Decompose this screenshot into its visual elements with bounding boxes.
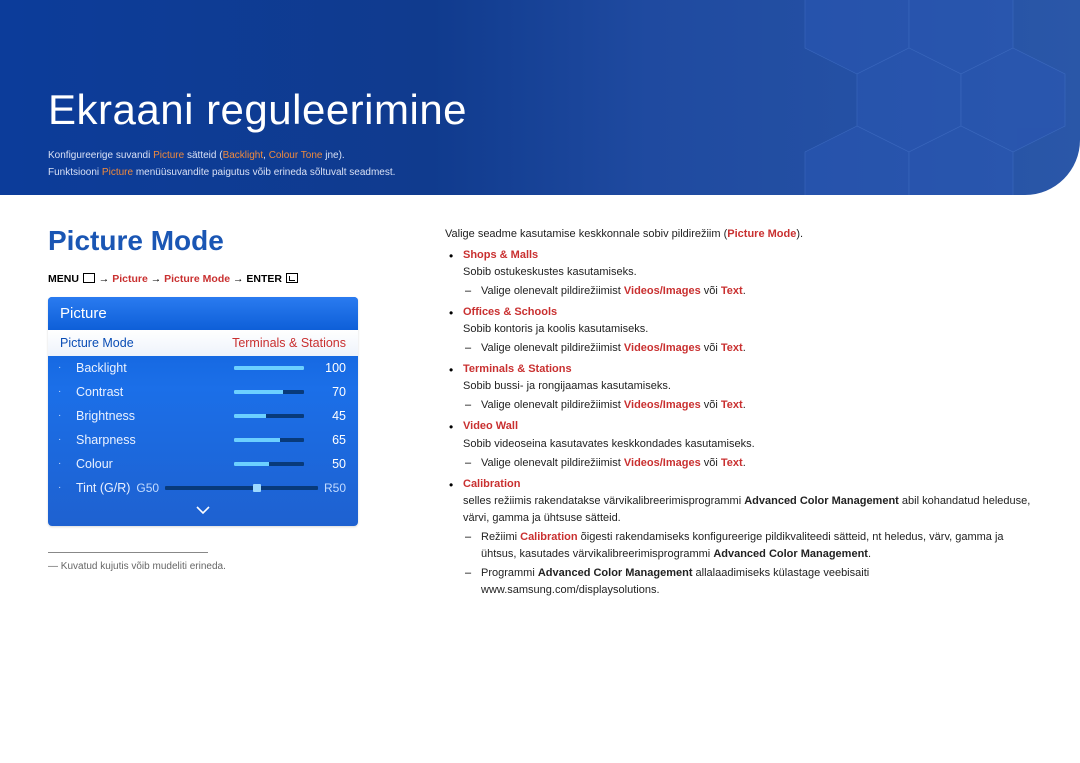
bullet-icon: · bbox=[58, 411, 70, 421]
hero-banner: Ekraani reguleerimine Konfigureerige suv… bbox=[0, 0, 1080, 195]
enter-icon bbox=[286, 273, 298, 283]
mode-sub-item: Valige olenevalt pildirežiimist Videos/I… bbox=[463, 283, 1035, 300]
chevron-down-icon bbox=[196, 505, 210, 515]
slider-label: Contrast bbox=[76, 385, 228, 399]
mode-item: Video WallSobib videoseina kasutavates k… bbox=[445, 418, 1035, 471]
slider-row-sharpness[interactable]: · Sharpness 65 bbox=[48, 428, 358, 452]
slider-label: Tint (G/R) bbox=[76, 481, 130, 495]
slider-value: 70 bbox=[310, 385, 346, 399]
mode-sub-item: Valige olenevalt pildirežiimist Videos/I… bbox=[463, 340, 1035, 357]
mode-desc: Sobib videoseina kasutavates keskkondade… bbox=[463, 436, 1035, 453]
bullet-icon: · bbox=[58, 435, 70, 445]
panel-mode-label: Picture Mode bbox=[60, 336, 134, 350]
mode-name: Calibration bbox=[463, 476, 1035, 493]
mode-item: Offices & SchoolsSobib kontoris ja kooli… bbox=[445, 304, 1035, 357]
slider-row-contrast[interactable]: · Contrast 70 bbox=[48, 380, 358, 404]
mode-name: Offices & Schools bbox=[463, 304, 1035, 321]
footnote-divider bbox=[48, 552, 208, 553]
mode-name: Terminals & Stations bbox=[463, 361, 1035, 378]
page-title: Ekraani reguleerimine bbox=[48, 86, 467, 134]
mode-desc: Sobib kontoris ja koolis kasutamiseks. bbox=[463, 321, 1035, 338]
picture-osd-panel: Picture Picture Mode Terminals & Station… bbox=[48, 297, 358, 526]
slider-track[interactable] bbox=[234, 438, 304, 442]
mode-desc: selles režiimis rakendatakse värvikalibr… bbox=[463, 493, 1035, 527]
mode-item: Shops & MallsSobib ostukeskustes kasutam… bbox=[445, 247, 1035, 300]
bullet-icon: · bbox=[58, 363, 70, 373]
mode-sub-item: Valige olenevalt pildirežiimist Videos/I… bbox=[463, 455, 1035, 472]
mode-name: Shops & Malls bbox=[463, 247, 1035, 264]
tint-knob[interactable] bbox=[253, 484, 261, 492]
mode-sub-item: Programmi Advanced Color Management alla… bbox=[463, 565, 1035, 599]
slider-value: 45 bbox=[310, 409, 346, 423]
mode-desc: Sobib bussi- ja rongijaamas kasutamiseks… bbox=[463, 378, 1035, 395]
panel-title: Picture bbox=[48, 297, 358, 330]
slider-label: Brightness bbox=[76, 409, 228, 423]
slider-row-backlight[interactable]: · Backlight 100 bbox=[48, 356, 358, 380]
slider-row-brightness[interactable]: · Brightness 45 bbox=[48, 404, 358, 428]
bullet-icon: · bbox=[58, 387, 70, 397]
slider-track[interactable] bbox=[234, 366, 304, 370]
tint-slider[interactable] bbox=[165, 486, 318, 490]
slider-track[interactable] bbox=[234, 462, 304, 466]
panel-mode-row[interactable]: Picture Mode Terminals & Stations bbox=[48, 330, 358, 356]
mode-sub-item: Valige olenevalt pildirežiimist Videos/I… bbox=[463, 397, 1035, 414]
slider-track[interactable] bbox=[234, 414, 304, 418]
page: Ekraani reguleerimine Konfigureerige suv… bbox=[0, 0, 1080, 763]
slider-value: 50 bbox=[310, 457, 346, 471]
menu-icon bbox=[83, 273, 95, 283]
bullet-icon: · bbox=[58, 459, 70, 469]
hero-pattern-icon bbox=[750, 0, 1080, 195]
panel-scroll-down[interactable] bbox=[48, 500, 358, 526]
slider-track[interactable] bbox=[234, 390, 304, 394]
slider-label: Sharpness bbox=[76, 433, 228, 447]
panel-mode-value: Terminals & Stations bbox=[232, 336, 346, 350]
tint-right-value: R50 bbox=[324, 481, 346, 495]
lead-text: Valige seadme kasutamise keskkonnale sob… bbox=[445, 226, 1035, 243]
slider-label: Backlight bbox=[76, 361, 228, 375]
slider-value: 65 bbox=[310, 433, 346, 447]
mode-name: Video Wall bbox=[463, 418, 1035, 435]
description-column: Valige seadme kasutamise keskkonnale sob… bbox=[445, 226, 1035, 603]
slider-row-tint[interactable]: · Tint (G/R) G50 R50 bbox=[48, 476, 358, 500]
slider-value: 100 bbox=[310, 361, 346, 375]
slider-label: Colour bbox=[76, 457, 228, 471]
slider-row-colour[interactable]: · Colour 50 bbox=[48, 452, 358, 476]
intro-line-1: Konfigureerige suvandi Picture sätteid (… bbox=[48, 150, 345, 161]
bullet-icon: · bbox=[58, 483, 70, 493]
mode-sub-item: Režiimi Calibration õigesti rakendamisek… bbox=[463, 529, 1035, 563]
mode-item: Calibrationselles režiimis rakendatakse … bbox=[445, 476, 1035, 599]
intro-line-2: Funktsiooni Picture menüüsuvandite paigu… bbox=[48, 167, 395, 178]
mode-item: Terminals & StationsSobib bussi- ja rong… bbox=[445, 361, 1035, 414]
mode-desc: Sobib ostukeskustes kasutamiseks. bbox=[463, 264, 1035, 281]
tint-left-value: G50 bbox=[136, 481, 159, 495]
